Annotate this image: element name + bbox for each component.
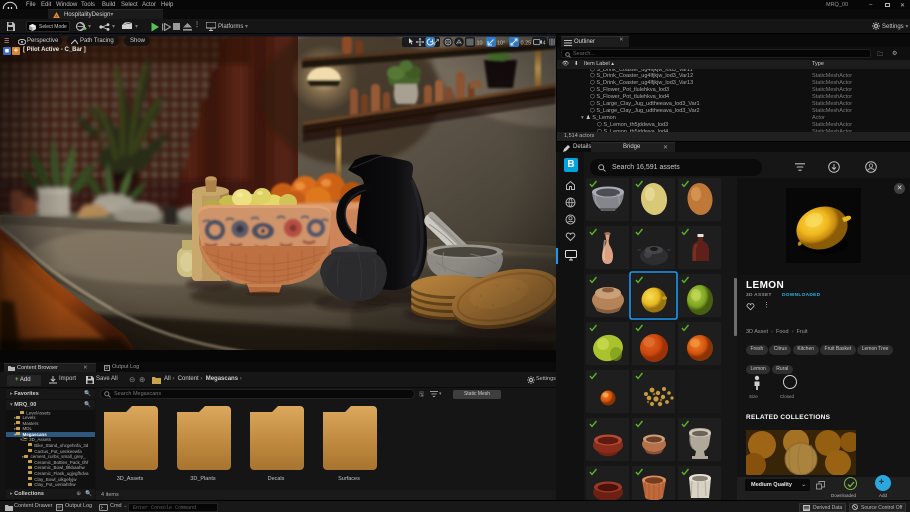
svg-text:10: 10	[477, 40, 483, 46]
svg-text:4: 4	[543, 40, 546, 46]
svg-text:0.25: 0.25	[521, 40, 532, 46]
svg-text:10°: 10°	[497, 40, 505, 46]
